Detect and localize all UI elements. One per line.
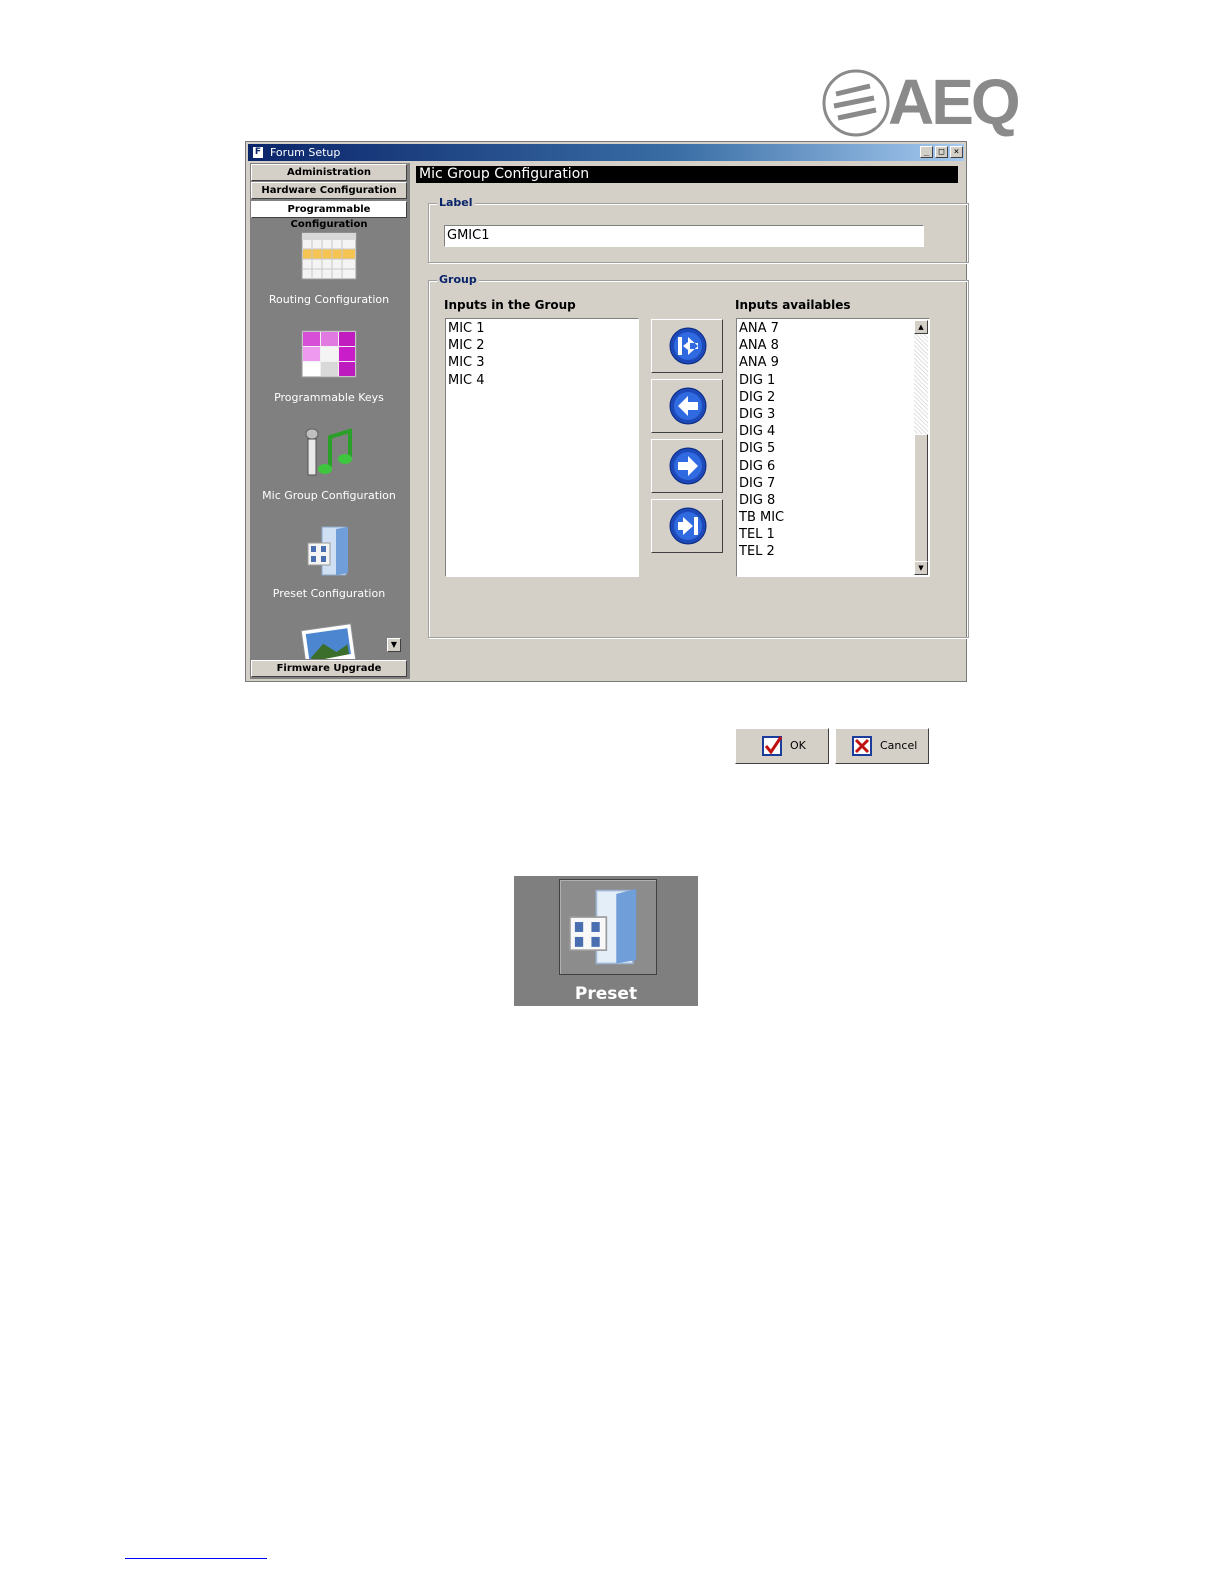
sidebar-item-programmable-keys[interactable]: Programmable Keys bbox=[250, 329, 408, 409]
calendar-grid-icon bbox=[301, 232, 357, 280]
preset-folder-icon bbox=[569, 888, 637, 965]
close-button[interactable]: × bbox=[950, 146, 963, 158]
list-item[interactable]: DIG 2 bbox=[739, 389, 929, 406]
sidebar-item-label: Routing Configuration bbox=[268, 293, 390, 306]
list-item[interactable]: DIG 3 bbox=[739, 406, 929, 423]
sidebar-item-firmware[interactable] bbox=[250, 623, 408, 659]
cancel-button[interactable]: Cancel bbox=[835, 728, 929, 764]
inputs-available-list[interactable]: ANA 7 ANA 8 ANA 9 DIG 1 DIG 2 DIG 3 DIG … bbox=[736, 318, 930, 577]
label-input[interactable]: GMIC1 bbox=[444, 225, 924, 247]
list-item[interactable]: DIG 4 bbox=[739, 423, 929, 440]
label-group-title: Label bbox=[437, 196, 475, 209]
sidebar-item-label: Programmable Keys bbox=[274, 391, 384, 404]
icon-frame bbox=[559, 879, 657, 975]
minimize-button[interactable]: _ bbox=[920, 146, 933, 158]
window-title: Forum Setup bbox=[270, 146, 341, 159]
sidebar-scroll-down-button[interactable]: ▼ bbox=[387, 638, 401, 652]
tab-administration[interactable]: Administration bbox=[251, 164, 407, 181]
add-all-to-group-button[interactable] bbox=[651, 319, 723, 373]
title-bar[interactable]: F Forum Setup _ □ × bbox=[248, 144, 964, 161]
list-item[interactable]: ANA 8 bbox=[739, 337, 929, 354]
list-item[interactable]: TEL 2 bbox=[739, 543, 929, 560]
available-list-scrollbar[interactable]: ▲ ▼ bbox=[914, 320, 928, 575]
remove-all-from-group-button[interactable] bbox=[651, 499, 723, 553]
list-item[interactable]: TEL 1 bbox=[739, 526, 929, 543]
aeq-logo-mark-icon bbox=[822, 69, 890, 137]
tab-hardware-configuration[interactable]: Hardware Configuration bbox=[251, 182, 407, 199]
forum-setup-window: F Forum Setup _ □ × Administration Hardw… bbox=[245, 141, 969, 764]
app-icon: F bbox=[253, 147, 263, 158]
ok-button[interactable]: OK bbox=[735, 728, 829, 764]
list-item[interactable]: DIG 5 bbox=[739, 440, 929, 457]
list-item[interactable]: MIC 1 bbox=[448, 320, 638, 337]
list-item[interactable]: ANA 9 bbox=[739, 354, 929, 371]
inputs-in-group-list[interactable]: MIC 1 MIC 2 MIC 3 MIC 4 bbox=[445, 318, 639, 577]
sidebar: Administration Hardware Configuration Pr… bbox=[250, 163, 410, 679]
sidebar-item-label: Mic Group Configuration bbox=[262, 489, 396, 502]
right-arrow-icon bbox=[669, 447, 707, 485]
list-item[interactable]: MIC 3 bbox=[448, 354, 638, 371]
list-item[interactable]: MIC 4 bbox=[448, 372, 638, 389]
list-item[interactable]: DIG 7 bbox=[739, 475, 929, 492]
sidebar-item-mic-group-configuration[interactable]: Mic Group Configuration bbox=[250, 427, 408, 507]
label-groupbox: Label GMIC1 bbox=[428, 196, 969, 263]
list-item[interactable]: ANA 7 bbox=[739, 320, 929, 337]
scrollbar-thumb[interactable] bbox=[914, 434, 928, 562]
sidebar-item-label: Preset Configuration bbox=[272, 587, 386, 600]
logo-text: AEQ bbox=[888, 66, 1021, 138]
cancel-x-icon bbox=[852, 736, 872, 756]
group-groupbox: Group Inputs in the Group Inputs availab… bbox=[428, 273, 969, 764]
ok-label: OK bbox=[790, 739, 806, 752]
keys-grid-icon bbox=[301, 330, 357, 378]
microphone-music-icon bbox=[305, 428, 352, 476]
scroll-down-arrow-icon[interactable]: ▼ bbox=[914, 561, 928, 575]
inputs-available-title: Inputs availables bbox=[735, 298, 851, 312]
cancel-label: Cancel bbox=[880, 739, 918, 752]
sidebar-item-preset-configuration[interactable]: Preset Configuration bbox=[250, 525, 408, 605]
page-title: Mic Group Configuration bbox=[416, 166, 958, 183]
preset-configuration-zoomed: Preset Configuration bbox=[514, 876, 698, 1024]
aeq-logo: AEQ bbox=[822, 66, 1021, 140]
add-to-group-button[interactable] bbox=[651, 379, 723, 433]
list-item[interactable]: DIG 6 bbox=[739, 458, 929, 475]
list-item[interactable]: DIG 1 bbox=[739, 372, 929, 389]
maximize-button[interactable]: □ bbox=[935, 146, 948, 158]
preset-folder-icon bbox=[307, 526, 348, 576]
inputs-in-group-title: Inputs in the Group bbox=[444, 298, 576, 312]
zoomed-icon-label: Preset Configuration bbox=[540, 984, 672, 1024]
firmware-photo-icon bbox=[300, 623, 358, 659]
checkmark-icon bbox=[762, 736, 782, 756]
sidebar-item-routing-configuration[interactable]: Routing Configuration bbox=[250, 231, 408, 311]
scroll-up-arrow-icon[interactable]: ▲ bbox=[914, 320, 928, 334]
left-arrow-icon bbox=[669, 387, 707, 425]
group-title: Group bbox=[437, 273, 479, 286]
list-item[interactable]: DIG 8 bbox=[739, 492, 929, 509]
double-right-arrow-icon bbox=[669, 507, 707, 545]
tab-programmable-configuration[interactable]: Programmable Configuration bbox=[251, 201, 407, 230]
list-item[interactable]: MIC 2 bbox=[448, 337, 638, 354]
list-item[interactable]: TB MIC bbox=[739, 509, 929, 526]
footer-link-underline bbox=[125, 1558, 267, 1559]
tab-firmware-upgrade[interactable]: Firmware Upgrade bbox=[251, 660, 407, 677]
remove-from-group-button[interactable] bbox=[651, 439, 723, 493]
double-left-arrow-icon bbox=[669, 327, 707, 365]
